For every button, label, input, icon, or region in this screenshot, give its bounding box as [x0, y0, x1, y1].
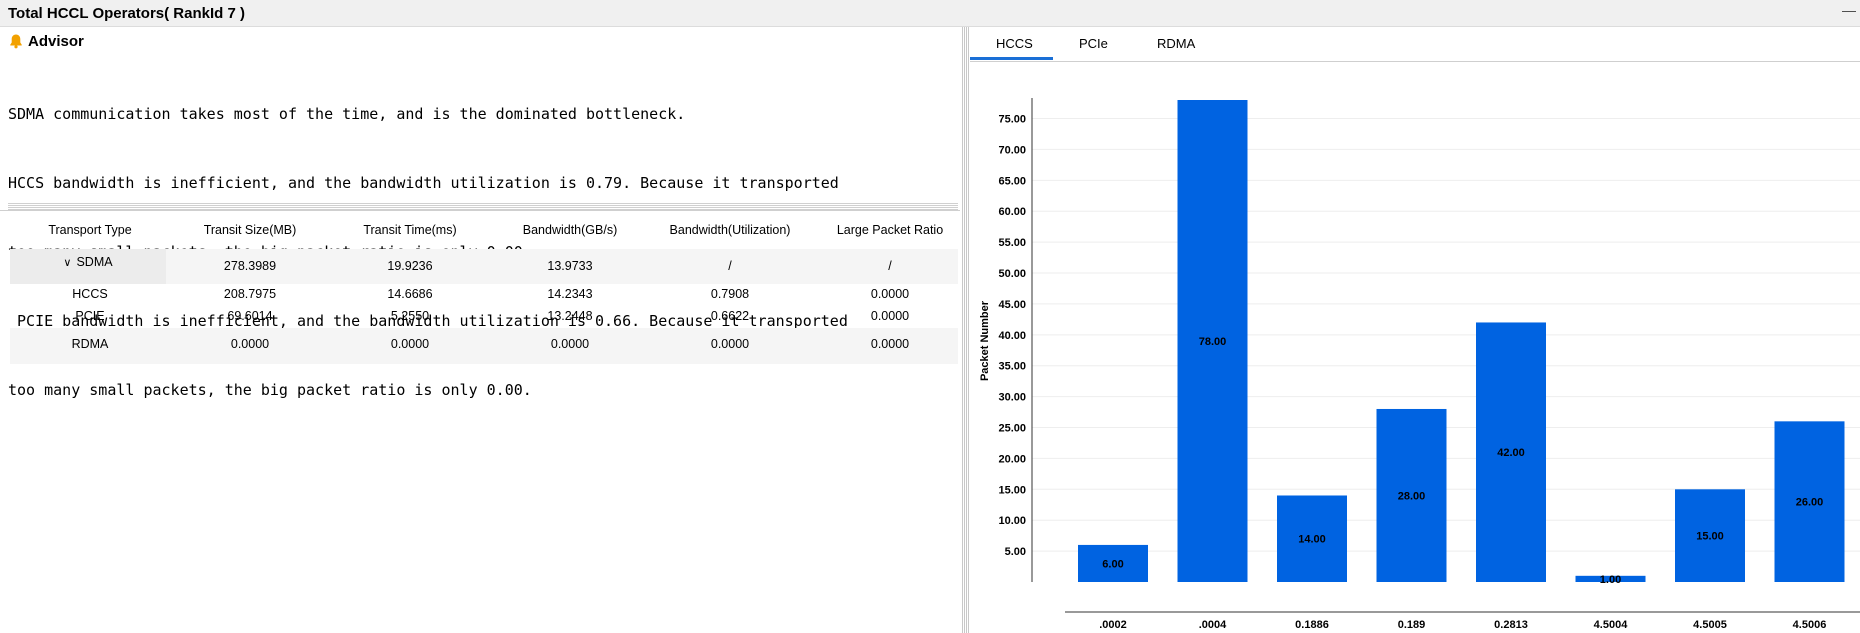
y-tick-label: 25.00: [998, 423, 1026, 435]
tab-rdma[interactable]: RDMA: [1157, 36, 1195, 51]
advisor-line: too many small packets, the big packet r…: [8, 381, 532, 399]
transit-time-cell: 0.0000: [390, 337, 430, 351]
table-row[interactable]: ∨ SDMA 278.3989 19.9236 13.9733 / /: [10, 249, 958, 284]
transit-time-cell: 5.2550: [390, 309, 430, 323]
y-tick-label: 60.00: [998, 206, 1026, 218]
x-tick-label: 4.5004: [1594, 619, 1629, 631]
transit-time-cell: 19.9236: [387, 259, 433, 273]
x-tick-label: .0004: [1199, 619, 1227, 631]
bar-value-label: 14.00: [1298, 534, 1326, 546]
title-bar: Total HCCL Operators( RankId 7 ) —: [0, 0, 1860, 27]
y-tick-label: 15.00: [998, 484, 1026, 496]
y-tick-label: 35.00: [998, 361, 1026, 373]
utilization-cell: 0.6622: [710, 309, 750, 323]
transit-time-cell: 14.6686: [387, 287, 433, 301]
large-packet-ratio-cell: 0.0000: [870, 287, 910, 301]
bar-value-label: 42.00: [1497, 447, 1525, 459]
y-tick-label: 70.00: [998, 144, 1026, 156]
right-pane: HCCS PCIe RDMA 5.00 10.00 15.00 20.00 25.00 3…: [970, 27, 1860, 633]
window-title: Total HCCL Operators( RankId 7 ): [8, 5, 245, 22]
utilization-cell: 0.0000: [710, 337, 750, 351]
bar-value-label: 78.00: [1199, 336, 1227, 348]
y-tick-label: 10.00: [998, 515, 1026, 527]
column-header[interactable]: Transit Size(MB): [170, 223, 330, 237]
minimize-icon[interactable]: —: [1842, 2, 1856, 18]
tab-hccs[interactable]: HCCS: [996, 36, 1033, 51]
table-header-row: Transport Type Transit Size(MB) Transit …: [10, 213, 958, 250]
bar-value-label: 26.00: [1796, 497, 1824, 509]
y-tick-label: 30.00: [998, 392, 1026, 404]
x-tick-label: 4.5005: [1693, 619, 1727, 631]
bar-value-label: 6.00: [1102, 558, 1123, 570]
advisor-line: SDMA communication takes most of the tim…: [8, 105, 686, 123]
column-header[interactable]: Bandwidth(Utilization): [650, 223, 810, 237]
y-tick-label: 55.00: [998, 237, 1026, 249]
bandwidth-cell: 0.0000: [550, 337, 590, 351]
utilization-cell: /: [728, 259, 732, 273]
bandwidth-cell: 14.2343: [547, 287, 593, 301]
large-packet-ratio-cell: /: [888, 259, 892, 273]
vertical-splitter[interactable]: [962, 27, 970, 633]
transit-size-cell: 69.6014: [227, 309, 273, 323]
x-tick-label: 0.189: [1398, 619, 1426, 631]
y-tick-label: 45.00: [998, 299, 1026, 311]
bar-value-label: 28.00: [1398, 490, 1426, 502]
column-header[interactable]: Transport Type: [10, 223, 170, 237]
active-tab-indicator: [970, 57, 1053, 60]
tab-pcie[interactable]: PCIe: [1079, 36, 1108, 51]
large-packet-ratio-cell: 0.0000: [870, 309, 910, 323]
transit-size-cell: 0.0000: [230, 337, 270, 351]
y-tick-label: 75.00: [998, 114, 1026, 126]
transit-size-cell: 208.7975: [223, 287, 277, 301]
horizontal-splitter[interactable]: [8, 203, 958, 210]
transport-type-cell[interactable]: ∨ SDMA: [10, 249, 166, 284]
advisor-title: Advisor: [28, 32, 84, 50]
large-packet-ratio-cell: 0.0000: [870, 337, 910, 351]
bell-icon: [10, 34, 22, 49]
x-tick-label: 0.1886: [1295, 619, 1329, 631]
y-axis-title: Packet Number: [979, 300, 991, 381]
advisor-line: HCCS bandwidth is inefficient, and the b…: [8, 174, 839, 192]
transit-size-cell: 278.3989: [223, 259, 277, 273]
x-tick-label: .0002: [1099, 619, 1127, 631]
y-tick-label: 65.00: [998, 175, 1026, 187]
divider: [0, 210, 960, 211]
expand-chevron-icon[interactable]: ∨: [63, 257, 71, 269]
advisor-header: Advisor: [8, 31, 84, 51]
left-pane: Advisor SDMA communication takes most of…: [0, 27, 960, 633]
x-tick-label: 4.5006: [1793, 619, 1827, 631]
x-tick-label: 0.2813: [1494, 619, 1528, 631]
transport-type-cell: RDMA: [71, 337, 109, 351]
transport-type-cell: PCIE: [75, 309, 105, 323]
transport-type-cell: HCCS: [72, 287, 108, 301]
column-header[interactable]: Transit Time(ms): [330, 223, 490, 237]
transport-type-label: SDMA: [76, 255, 113, 269]
y-tick-label: 5.00: [1005, 546, 1026, 558]
y-tick-label: 20.00: [998, 453, 1026, 465]
utilization-cell: 0.7908: [710, 287, 750, 301]
bandwidth-cell: 13.9733: [547, 259, 593, 273]
table-row[interactable]: HCCS 208.7975 14.6686 14.2343 0.7908 0.0…: [10, 284, 958, 306]
bar-value-label: 1.00: [1600, 574, 1621, 586]
table-row[interactable]: PCIE 69.6014 5.2550 13.2448 0.6622 0.000…: [10, 306, 958, 328]
packet-size-chart: 5.00 10.00 15.00 20.00 25.00 30.00 35.00 40.00 4…: [979, 98, 1860, 631]
table-row[interactable]: RDMA 0.0000 0.0000 0.0000 0.0000 0.0000: [10, 328, 958, 364]
column-header[interactable]: Large Packet Ratio: [810, 223, 970, 237]
y-tick-label: 50.00: [998, 268, 1026, 280]
tab-bar: HCCS PCIe RDMA: [970, 27, 1860, 62]
y-tick-label: 40.00: [998, 330, 1026, 342]
bar-value-label: 15.00: [1696, 531, 1724, 543]
column-header[interactable]: Bandwidth(GB/s): [490, 223, 650, 237]
bandwidth-cell: 13.2448: [547, 309, 593, 323]
